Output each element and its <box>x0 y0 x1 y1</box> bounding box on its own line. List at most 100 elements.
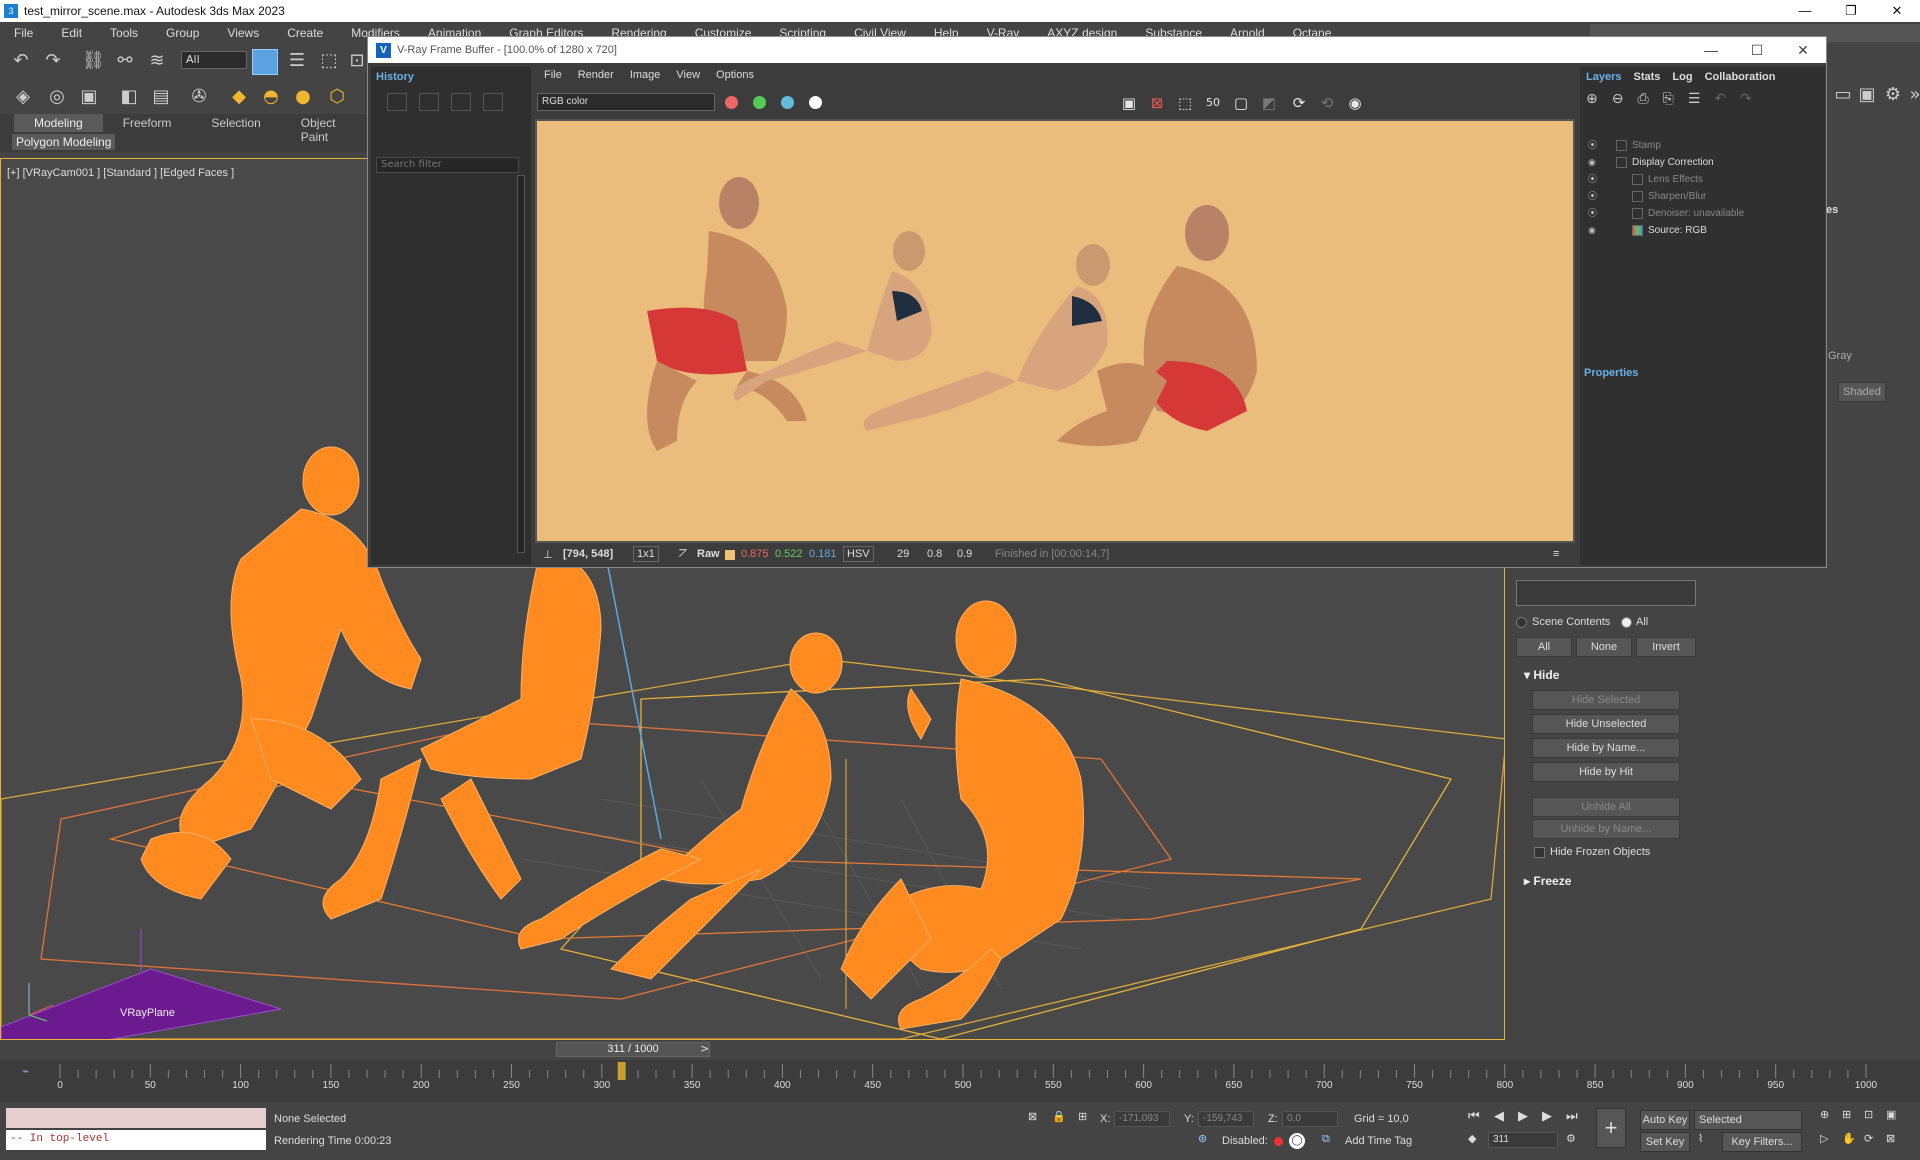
maxscript-listener-top[interactable] <box>6 1108 266 1128</box>
minimize-button[interactable]: — <box>1782 0 1828 22</box>
set-key-plus-button[interactable]: + <box>1596 1108 1626 1148</box>
current-frame-field[interactable]: 311 <box>1488 1132 1558 1148</box>
history-load-icon[interactable] <box>451 93 471 111</box>
filter-all-button[interactable]: All <box>1516 637 1572 657</box>
default-tangents-icon[interactable]: ⌇ <box>1698 1132 1703 1145</box>
menu-create[interactable]: Create <box>273 26 337 40</box>
create-panel-icon[interactable]: ▭ <box>1832 84 1854 106</box>
select-by-name-icon[interactable]: ☰ <box>286 50 308 72</box>
field-of-view-icon[interactable]: ▷ <box>1820 1132 1828 1145</box>
history-scrollbar[interactable] <box>517 175 525 553</box>
add-time-tag-label[interactable]: Add Time Tag <box>1345 1135 1412 1147</box>
green-channel-toggle[interactable] <box>753 96 766 109</box>
layer-visibility-icon[interactable]: ◉ <box>1588 154 1600 171</box>
hide-rollout-header[interactable]: ▾ Hide <box>1516 665 1916 685</box>
next-frame-arrow[interactable]: > <box>700 1042 709 1055</box>
tab-selection[interactable]: Selection <box>191 114 280 132</box>
maximize-viewport-icon[interactable]: ⊠ <box>1886 1132 1895 1145</box>
ruler-icon[interactable]: ⦢ <box>679 548 687 561</box>
hide-frozen-checkbox[interactable] <box>1534 847 1545 858</box>
time-config-icon[interactable]: ◯ <box>1289 1133 1305 1149</box>
vfb-menu-image[interactable]: Image <box>622 67 669 85</box>
dome-light-icon[interactable]: ◓ <box>260 86 282 108</box>
unhide-all-button[interactable]: Unhide All <box>1532 797 1680 817</box>
maxscript-listener-input[interactable]: -- In top-level <box>6 1130 266 1150</box>
layer-visibility-icon[interactable]: ⦿ <box>1588 188 1600 205</box>
window-crossing-icon[interactable]: ⊡ <box>346 50 368 72</box>
tab-modeling[interactable]: Modeling <box>14 114 103 132</box>
pixel-probe-icon[interactable]: ⊥ <box>543 548 553 561</box>
y-coordinate-field[interactable]: -159,743 <box>1198 1111 1254 1127</box>
history-search-input[interactable]: Search filter <box>376 157 519 173</box>
layer-stamp[interactable]: ⦿ Stamp <box>1584 137 1821 154</box>
filter-invert-button[interactable]: Invert <box>1636 637 1696 657</box>
layer-redo-icon[interactable]: ↷ <box>1740 91 1752 107</box>
isolate-icon[interactable]: ⊠ <box>1028 1110 1037 1123</box>
auto-key-button[interactable]: Auto Key <box>1640 1110 1690 1130</box>
region-render-icon[interactable]: ⬚ <box>1173 93 1197 113</box>
vfb-minimize-button[interactable]: — <box>1688 37 1734 63</box>
load-layers-icon[interactable]: ⎘ <box>1663 91 1674 107</box>
bind-space-warp-icon[interactable]: ≋ <box>146 50 168 72</box>
restore-button[interactable]: ❐ <box>1828 0 1874 22</box>
save-layers-icon[interactable]: ⎙ <box>1637 91 1648 107</box>
rendered-image[interactable] <box>535 119 1575 543</box>
redo-icon[interactable]: ↷ <box>42 50 64 72</box>
orbit-icon[interactable]: ⟳ <box>1864 1132 1873 1145</box>
tab-log[interactable]: Log <box>1666 67 1698 87</box>
x-coordinate-field[interactable]: -171,093 <box>1114 1111 1170 1127</box>
mono-channel-toggle[interactable] <box>809 96 822 109</box>
lock-selection-icon[interactable]: 🔒 <box>1052 1110 1066 1123</box>
scene-contents-radio[interactable] <box>1516 617 1527 628</box>
light-icon[interactable]: ◆ <box>228 86 250 108</box>
vfb-menu-options[interactable]: Options <box>708 67 762 85</box>
record-indicator-icon[interactable] <box>1274 1137 1283 1146</box>
hide-by-name-button[interactable]: Hide by Name... <box>1532 738 1680 758</box>
key-mode-icon[interactable]: ◆ <box>1468 1132 1476 1145</box>
zoom-extents-icon[interactable]: ⊡ <box>1864 1108 1873 1121</box>
render-last-icon[interactable]: ◩ <box>1257 93 1281 113</box>
zoom-all-icon[interactable]: ⊞ <box>1842 1108 1851 1121</box>
tab-stats[interactable]: Stats <box>1627 67 1666 87</box>
log-icon[interactable]: ≡ <box>1553 548 1559 560</box>
key-filters-button[interactable]: Key Filters... <box>1722 1132 1802 1152</box>
vray-plane[interactable] <box>1 968 282 1040</box>
blue-channel-toggle[interactable] <box>781 96 794 109</box>
adaptive-degradation-icon[interactable]: ⊛ <box>1198 1132 1207 1145</box>
go-to-start-icon[interactable]: ⏮ <box>1468 1108 1480 1124</box>
vfb-menu-render[interactable]: Render <box>570 67 622 85</box>
filter-none-button[interactable]: None <box>1576 637 1632 657</box>
layer-undo-icon[interactable]: ↶ <box>1714 91 1726 107</box>
render-icon[interactable]: ▤ <box>150 86 172 108</box>
play-icon[interactable]: ▶ <box>1518 1108 1528 1124</box>
modify-panel-icon[interactable]: ▣ <box>1856 84 1878 106</box>
history-ab-icon[interactable] <box>419 93 439 111</box>
color-space-dropdown[interactable]: HSV <box>843 546 874 562</box>
stop-render-icon[interactable]: ⟲ <box>1315 93 1339 113</box>
expand-icon[interactable]: » <box>1904 84 1920 106</box>
viewport-label[interactable]: [+] [VRayCam001 ] [Standard ] [Edged Fac… <box>7 167 234 179</box>
vfb-menu-view[interactable]: View <box>668 67 708 85</box>
time-tag-icon[interactable]: ⧉ <box>1322 1133 1330 1146</box>
remove-layer-icon[interactable]: ⊖ <box>1612 91 1624 107</box>
next-key-icon[interactable]: ▶ <box>1542 1108 1552 1124</box>
vfb-menu-file[interactable]: File <box>536 67 570 85</box>
layer-sharpen-blur[interactable]: ⦿ Sharpen/Blur <box>1584 188 1821 205</box>
hide-by-hit-button[interactable]: Hide by Hit <box>1532 762 1680 782</box>
zoom-icon[interactable]: ⊕ <box>1820 1108 1829 1121</box>
set-key-button[interactable]: Set Key <box>1640 1132 1690 1152</box>
menu-views[interactable]: Views <box>213 26 273 40</box>
interactive-render-icon[interactable]: ⟳ <box>1287 93 1311 113</box>
link-icon[interactable]: ⛓ <box>82 50 105 72</box>
zoom-dropdown[interactable]: 1x1 <box>633 546 659 562</box>
test-resolution-icon[interactable]: 50 <box>1201 93 1225 113</box>
undo-icon[interactable]: ↶ <box>10 50 32 72</box>
track-mouse-icon[interactable]: ▢ <box>1229 93 1253 113</box>
hierarchy-panel-icon[interactable]: ⚙ <box>1882 84 1904 106</box>
shaded-button[interactable]: Shaded <box>1838 382 1886 402</box>
render-frame-icon[interactable]: ▣ <box>78 86 100 108</box>
layer-visibility-icon[interactable]: ⦿ <box>1588 171 1600 188</box>
menu-group[interactable]: Group <box>152 26 213 40</box>
track-bar[interactable]: ⌁ 0 50 100 150 200 250 300 350 400 450 5… <box>0 1060 1920 1102</box>
rect-selection-icon[interactable]: ⬚ <box>318 50 340 72</box>
